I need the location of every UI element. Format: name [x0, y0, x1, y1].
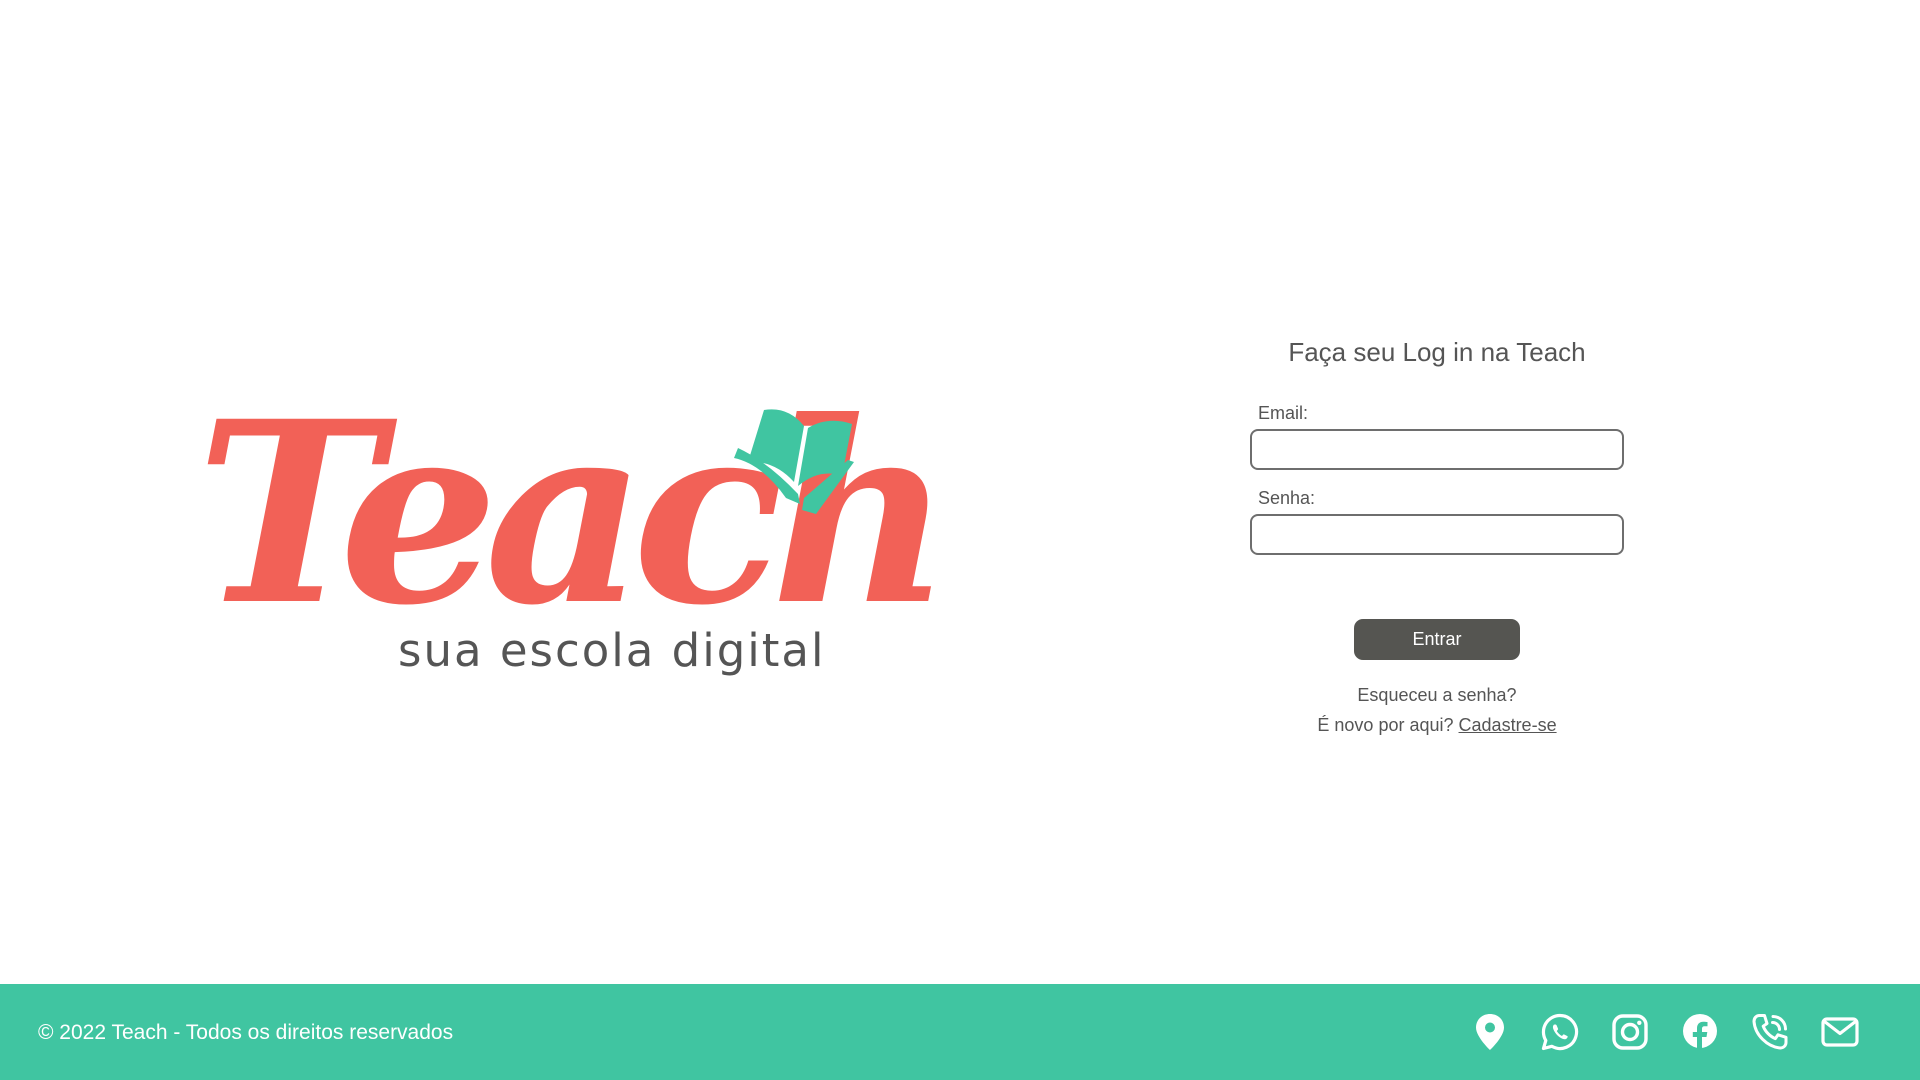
location-pin-icon[interactable]: [1470, 1012, 1510, 1052]
login-button[interactable]: Entrar: [1354, 619, 1520, 660]
register-link[interactable]: Cadastre-se: [1459, 715, 1557, 735]
password-field[interactable]: [1250, 514, 1624, 555]
register-line: É novo por aqui? Cadastre-se: [1250, 710, 1624, 740]
email-label: Email:: [1258, 403, 1309, 423]
mail-icon[interactable]: [1820, 1012, 1860, 1052]
password-label: Senha:: [1258, 488, 1316, 508]
footer: © 2022 Teach - Todos os direitos reserva…: [0, 984, 1920, 1080]
footer-copyright: © 2022 Teach - Todos os direitos reserva…: [38, 1021, 454, 1044]
forgot-password-link[interactable]: Esqueceu a senha?: [1250, 680, 1624, 710]
login-title: Faça seu Log in na Teach: [1288, 337, 1586, 367]
logo-tagline: sua escola digital: [398, 624, 826, 677]
footer-social-icons: [1440, 1012, 1860, 1052]
open-book-icon: [734, 409, 854, 514]
login-page: Teach sua escola digital Faça seu Log in…: [0, 0, 1920, 1080]
phone-icon[interactable]: [1750, 1012, 1790, 1052]
teach-logo: Teach sua escola digital: [196, 388, 952, 688]
whatsapp-icon[interactable]: [1540, 1012, 1580, 1052]
email-field[interactable]: [1250, 429, 1624, 470]
instagram-icon[interactable]: [1610, 1012, 1650, 1052]
register-prompt: É novo por aqui?: [1317, 715, 1454, 735]
login-form: Faça seu Log in na Teach Email: Senha: E…: [1250, 330, 1624, 740]
facebook-icon[interactable]: [1680, 1012, 1720, 1052]
